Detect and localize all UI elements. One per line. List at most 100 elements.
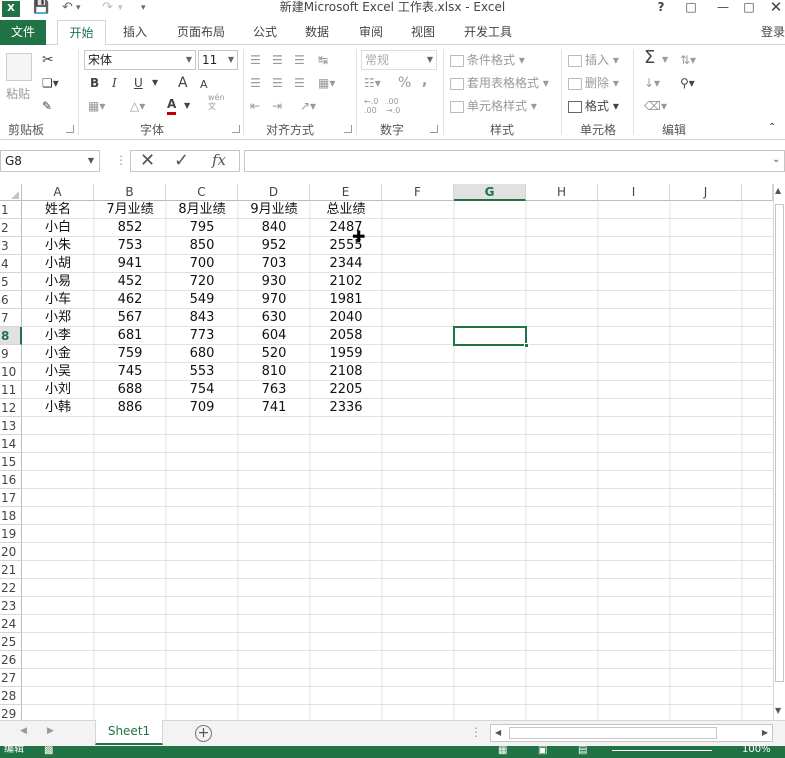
fill-color-icon[interactable]: △▾ xyxy=(130,97,145,115)
row-header-16[interactable]: 16 xyxy=(0,471,22,489)
row-header-2[interactable]: 2 xyxy=(0,219,22,237)
cell-a11[interactable]: 小刘 xyxy=(22,381,94,399)
scroll-up-icon[interactable]: ▲ xyxy=(775,186,781,195)
font-color-dropdown-icon[interactable]: ▼ xyxy=(184,97,190,115)
cell-b10[interactable]: 745 xyxy=(94,363,166,381)
row-header-22[interactable]: 22 xyxy=(0,579,22,597)
cell-a2[interactable]: 小白 xyxy=(22,219,94,237)
cell-b7[interactable]: 567 xyxy=(94,309,166,327)
format-as-table-button[interactable]: 套用表格格式 ▾ xyxy=(450,74,549,92)
row-header-28[interactable]: 28 xyxy=(0,687,22,705)
row-header-12[interactable]: 12 xyxy=(0,399,22,417)
horizontal-scroll-thumb[interactable] xyxy=(509,727,717,739)
page-break-view-icon[interactable]: ▤ xyxy=(578,745,587,757)
column-header-k[interactable] xyxy=(742,184,773,201)
cell-e1[interactable]: 总业绩 xyxy=(310,201,382,219)
scroll-left-icon[interactable]: ◀ xyxy=(495,728,501,737)
formula-input[interactable] xyxy=(244,150,785,172)
row-header-24[interactable]: 24 xyxy=(0,615,22,633)
cell-a8[interactable]: 小李 xyxy=(22,327,94,345)
percent-button[interactable]: % xyxy=(398,74,411,92)
worksheet-grid[interactable]: ABCDEFGHIJ 1 2 3 4 5 6 7 8 9 10 11 12 13 14 15 16 17 18 19… xyxy=(0,184,773,720)
next-sheet-icon[interactable]: ▶ xyxy=(47,726,54,736)
excel-logo-icon[interactable]: X xyxy=(2,1,20,17)
middle-align-icon[interactable]: ☰ xyxy=(272,51,283,69)
font-name-combo[interactable]: 宋体 ▼ xyxy=(84,50,196,70)
italic-button[interactable]: I xyxy=(112,74,117,92)
cell-b3[interactable]: 753 xyxy=(94,237,166,255)
scroll-right-icon[interactable]: ▶ xyxy=(762,728,768,737)
minimize-button[interactable]: — xyxy=(712,0,734,15)
cell-d9[interactable]: 520 xyxy=(238,345,310,363)
increase-decimal-icon[interactable]: ←.0.00 xyxy=(364,97,378,115)
cell-a5[interactable]: 小易 xyxy=(22,273,94,291)
sheet-tab-sheet1[interactable]: Sheet1 xyxy=(95,720,163,745)
cell-d12[interactable]: 741 xyxy=(238,399,310,417)
row-header-19[interactable]: 19 xyxy=(0,525,22,543)
accounting-format-icon[interactable]: ☷▾ xyxy=(364,74,381,92)
cell-c4[interactable]: 700 xyxy=(166,255,238,273)
borders-icon[interactable]: ▦▾ xyxy=(88,97,105,115)
insert-cells-button[interactable]: 插入 ▾ xyxy=(568,51,619,69)
cell-d7[interactable]: 630 xyxy=(238,309,310,327)
collapse-ribbon-icon[interactable]: ⌃ xyxy=(768,119,776,137)
cell-e12[interactable]: 2336 xyxy=(310,399,382,417)
undo-icon[interactable]: ↶ xyxy=(62,0,73,18)
top-align-icon[interactable]: ☰ xyxy=(250,51,261,69)
cell-b6[interactable]: 462 xyxy=(94,291,166,309)
vertical-scrollbar[interactable]: ▲ ▼ xyxy=(773,184,785,720)
cell-d2[interactable]: 840 xyxy=(238,219,310,237)
cell-e3[interactable]: 2555 xyxy=(310,237,382,255)
cell-a1[interactable]: 姓名 xyxy=(22,201,94,219)
format-cells-button[interactable]: 格式 ▾ xyxy=(568,97,619,115)
cell-e5[interactable]: 2102 xyxy=(310,273,382,291)
find-select-icon[interactable]: ⚲▾ xyxy=(680,74,695,92)
clipboard-launcher-icon[interactable] xyxy=(66,125,74,133)
number-launcher-icon[interactable] xyxy=(430,125,438,133)
delete-cells-button[interactable]: 删除 ▾ xyxy=(568,74,619,92)
row-header-25[interactable]: 25 xyxy=(0,633,22,651)
row-header-14[interactable]: 14 xyxy=(0,435,22,453)
row-header-3[interactable]: 3 xyxy=(0,237,22,255)
cell-d4[interactable]: 703 xyxy=(238,255,310,273)
tab-review[interactable]: 审阅 xyxy=(350,20,392,45)
row-header-29[interactable]: 29 xyxy=(0,705,22,720)
cell-e11[interactable]: 2205 xyxy=(310,381,382,399)
save-icon[interactable]: 💾 xyxy=(33,0,49,18)
column-header-j[interactable]: J xyxy=(670,184,742,201)
column-header-i[interactable]: I xyxy=(598,184,670,201)
cell-c6[interactable]: 549 xyxy=(166,291,238,309)
align-right-icon[interactable]: ☰ xyxy=(294,74,305,92)
font-launcher-icon[interactable] xyxy=(232,125,240,133)
tab-data[interactable]: 数据 xyxy=(296,20,338,45)
ribbon-display-options-icon[interactable]: □ xyxy=(680,0,702,15)
bold-button[interactable]: B xyxy=(90,74,99,92)
cell-d10[interactable]: 810 xyxy=(238,363,310,381)
row-header-20[interactable]: 20 xyxy=(0,543,22,561)
new-sheet-icon[interactable]: + xyxy=(195,725,212,742)
maximize-button[interactable]: □ xyxy=(738,0,760,15)
undo-dropdown-icon[interactable]: ▾ xyxy=(76,0,81,18)
name-box[interactable]: G8 ▼ xyxy=(0,150,100,172)
horizontal-scrollbar[interactable]: ◀ ▶ xyxy=(490,724,773,742)
underline-dropdown-icon[interactable]: ▼ xyxy=(152,74,158,92)
row-header-6[interactable]: 6 xyxy=(0,291,22,309)
cell-c3[interactable]: 850 xyxy=(166,237,238,255)
cell-b1[interactable]: 7月业绩 xyxy=(94,201,166,219)
autosum-dropdown-icon[interactable]: ▼ xyxy=(662,51,668,69)
tab-developer[interactable]: 开发工具 xyxy=(454,20,522,45)
row-header-21[interactable]: 21 xyxy=(0,561,22,579)
row-header-1[interactable]: 1 xyxy=(0,201,22,219)
cell-c7[interactable]: 843 xyxy=(166,309,238,327)
row-header-8[interactable]: 8 xyxy=(0,327,22,345)
alignment-launcher-icon[interactable] xyxy=(344,125,352,133)
cell-e9[interactable]: 1959 xyxy=(310,345,382,363)
cell-c1[interactable]: 8月业绩 xyxy=(166,201,238,219)
redo-icon[interactable]: ↷ xyxy=(102,0,113,18)
align-left-icon[interactable]: ☰ xyxy=(250,74,261,92)
cell-d8[interactable]: 604 xyxy=(238,327,310,345)
column-header-b[interactable]: B xyxy=(94,184,166,201)
increase-indent-icon[interactable]: ⇥ xyxy=(272,97,282,115)
enter-check-icon[interactable]: ✓ xyxy=(174,150,189,171)
decrease-indent-icon[interactable]: ⇤ xyxy=(250,97,260,115)
